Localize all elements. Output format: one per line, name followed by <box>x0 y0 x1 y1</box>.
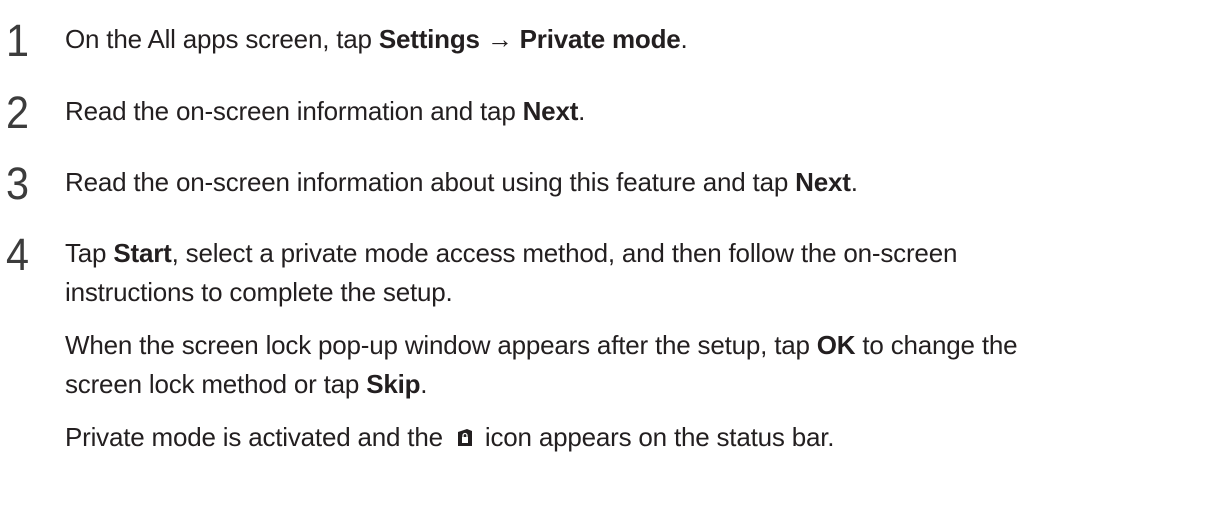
arrow-text: → <box>479 24 520 54</box>
text: , select a private mode access method, a… <box>171 238 958 268</box>
step-text-line-5: Private mode is activated and the icon a… <box>65 422 834 452</box>
button-label-next: Next <box>522 96 579 126</box>
text: . <box>850 167 858 197</box>
button-label-skip: Skip <box>366 369 421 399</box>
text: Read the on-screen information about usi… <box>65 167 796 197</box>
private-mode-status-icon <box>456 424 474 446</box>
text: On the All apps screen, tap <box>65 24 379 54</box>
step-text: On the All apps screen, tap Settings → P… <box>65 24 688 54</box>
step-text-line-2: instructions to complete the setup. <box>65 277 453 307</box>
step-text-line-1: Tap Start, select a private mode access … <box>65 238 957 268</box>
button-label-next: Next <box>795 167 851 197</box>
text: instructions to complete the setup. <box>65 277 453 307</box>
step-number: 4 <box>6 229 30 280</box>
menu-item-private-mode: Private mode <box>519 24 681 54</box>
text: Tap <box>65 238 114 268</box>
text: icon appears on the status bar. <box>477 422 835 452</box>
step-text: Read the on-screen information about usi… <box>65 167 858 197</box>
step-number: 1 <box>6 15 30 66</box>
text: Private mode is activated and the <box>65 422 450 452</box>
step-text: Read the on-screen information and tap N… <box>65 96 585 126</box>
button-label-ok: OK <box>816 330 856 360</box>
step-text-line-3: When the screen lock pop-up window appea… <box>65 330 1018 360</box>
text: . <box>578 96 586 126</box>
menu-item-settings: Settings <box>378 24 480 54</box>
button-label-start: Start <box>113 238 172 268</box>
text: screen lock method or tap <box>65 369 367 399</box>
text: When the screen lock pop-up window appea… <box>65 330 817 360</box>
text: Read the on-screen information and tap <box>65 96 523 126</box>
step-number: 3 <box>6 158 30 209</box>
text: . <box>680 24 688 54</box>
text: to change the <box>855 330 1018 360</box>
step-text-line-4: screen lock method or tap Skip. <box>65 369 428 399</box>
text: . <box>420 369 428 399</box>
step-number: 2 <box>6 87 30 138</box>
